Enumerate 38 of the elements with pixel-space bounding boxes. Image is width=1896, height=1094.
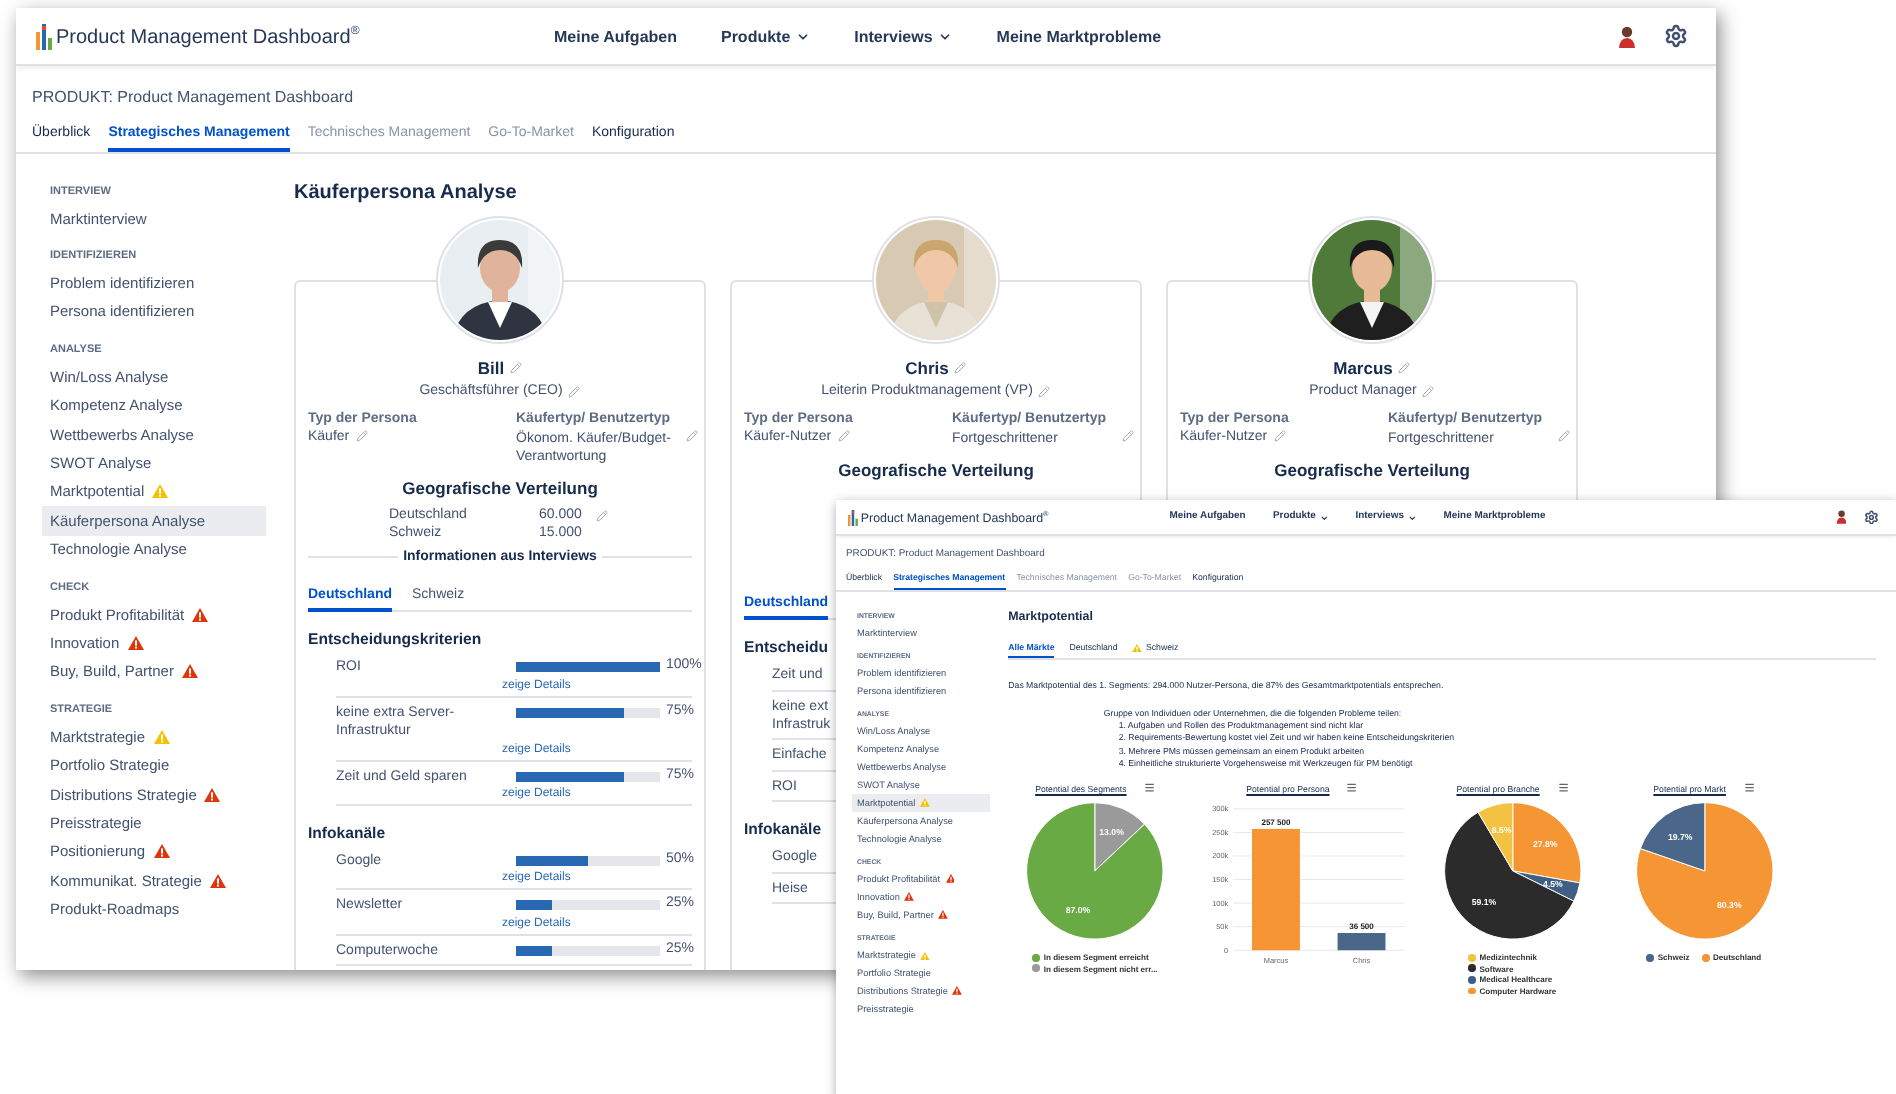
pencil-icon[interactable] <box>1398 362 1411 374</box>
menu-icon[interactable] <box>1143 782 1156 794</box>
pencil-icon[interactable] <box>1273 430 1286 442</box>
user-avatar-icon[interactable] <box>1618 25 1636 47</box>
pencil-icon[interactable] <box>1038 385 1051 397</box>
nav-item[interactable]: Produkte <box>720 27 811 45</box>
pencil-icon[interactable] <box>1122 430 1134 442</box>
pencil-icon[interactable] <box>1558 430 1570 442</box>
menu-icon[interactable] <box>1346 782 1359 794</box>
nav-item[interactable]: Meine Marktprobleme <box>996 27 1162 45</box>
section-title: Geografische Verteilung <box>1272 460 1472 481</box>
bar <box>1252 828 1301 950</box>
section-title: Geografische Verteilung <box>400 478 600 499</box>
menu-icon[interactable] <box>1743 782 1755 794</box>
settings-icon[interactable] <box>1664 24 1688 48</box>
settings-icon[interactable] <box>1863 509 1879 525</box>
pencil-icon[interactable] <box>1422 385 1435 397</box>
pencil-icon[interactable] <box>837 430 850 442</box>
pencil-icon[interactable] <box>595 509 607 522</box>
pencil-icon[interactable] <box>355 430 368 442</box>
pencil-icon[interactable] <box>568 385 581 397</box>
menu-icon[interactable] <box>1557 782 1569 794</box>
logo-icon <box>848 509 860 526</box>
nav-item[interactable]: Meine Aufgaben <box>554 27 677 45</box>
section-title: Geografische Verteilung <box>836 460 1036 481</box>
product-title: PRODUKT: Product Management Dashboard <box>32 88 356 106</box>
app-logo-text: Product Management Dashboard$^{®}$ <box>56 26 360 49</box>
persona-name: Marcus <box>1333 358 1393 378</box>
persona-name: Bill <box>477 358 505 378</box>
pencil-icon[interactable] <box>686 430 698 442</box>
logo-icon <box>36 23 54 49</box>
bar <box>1338 932 1387 950</box>
pencil-icon[interactable] <box>510 362 523 374</box>
nav-item[interactable]: Interviews <box>854 27 953 45</box>
pencil-icon[interactable] <box>954 362 967 374</box>
page-title: Käuferpersona Analyse <box>294 182 519 204</box>
user-avatar-icon[interactable] <box>1835 510 1847 525</box>
persona-name: Chris <box>905 358 949 378</box>
